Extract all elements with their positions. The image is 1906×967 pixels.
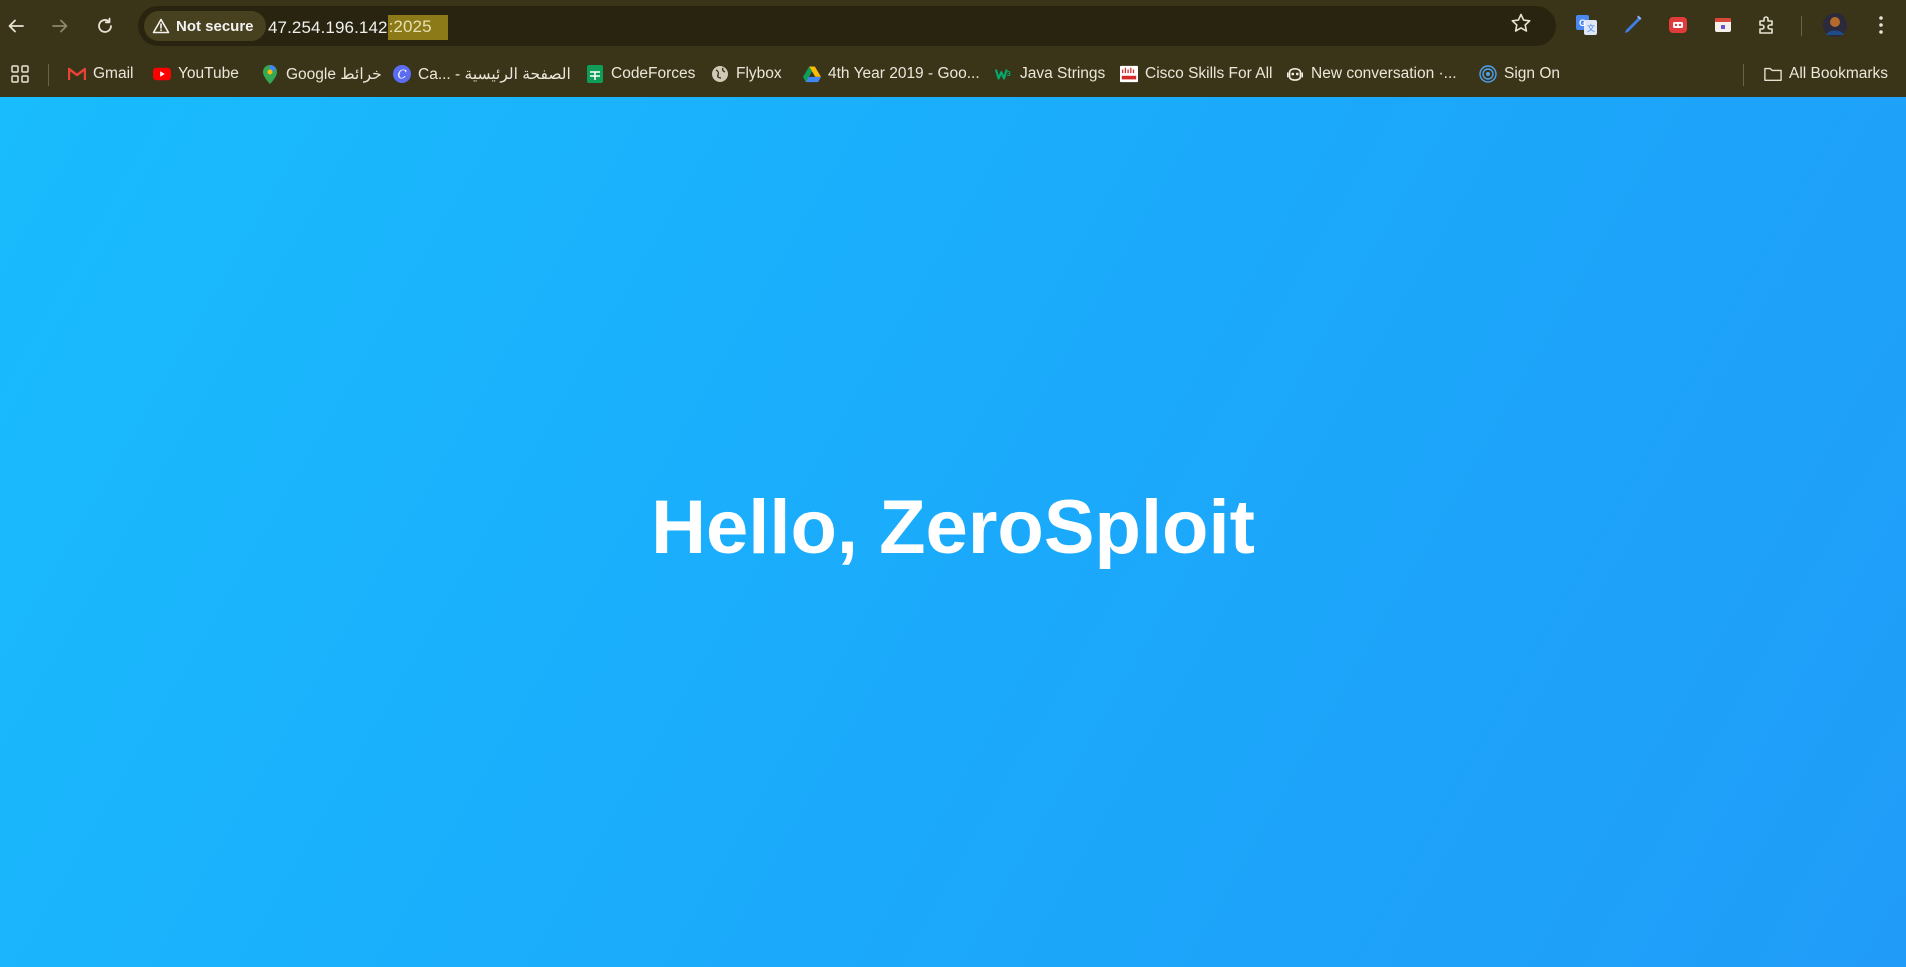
kebab-menu-icon [1879, 16, 1883, 34]
avatar [1823, 13, 1847, 37]
address-bar[interactable]: Not secure 47.254.196.142:2025 [138, 6, 1556, 46]
bookmark-label: Cisco Skills For All [1145, 65, 1273, 82]
bookmark-sign-on[interactable]: Sign On [1479, 62, 1560, 86]
toolbar-divider [1801, 16, 1802, 36]
svg-text:3: 3 [1007, 69, 1011, 78]
bookmark-label: YouTube [178, 65, 239, 82]
red-badge-icon [1669, 17, 1687, 33]
forward-button[interactable] [44, 10, 76, 42]
bookmark-label: Flybox [736, 65, 782, 82]
apps-button[interactable] [10, 62, 30, 86]
bookmark-gmail[interactable]: Gmail [68, 62, 133, 86]
forward-arrow-icon [52, 19, 68, 33]
cisco-icon [1120, 65, 1138, 83]
folder-icon [1764, 65, 1782, 83]
google-maps-icon [261, 64, 279, 84]
bookmark-cisco-skills[interactable]: Cisco Skills For All [1120, 62, 1272, 86]
bookmark-google-drive[interactable]: 4th Year 2019 - Goo... [803, 62, 980, 86]
w3schools-icon: 3 [995, 65, 1013, 83]
bookmarks-bar: Gmail YouTube Google خرائط C Ca... - الص… [0, 51, 1906, 97]
gmail-icon [68, 65, 86, 83]
back-button[interactable] [0, 10, 32, 42]
back-arrow-icon [8, 19, 24, 33]
bookmark-label: Gmail [93, 65, 134, 82]
security-label: Not secure [176, 17, 254, 35]
reload-button[interactable] [89, 10, 121, 42]
reload-icon [98, 17, 112, 33]
bookmark-star-button[interactable] [1510, 12, 1532, 39]
bookmark-label: Ca... - الصفحة الرئيسية [418, 65, 571, 83]
bookmark-label: Java Strings [1020, 65, 1106, 82]
bookmark-label: CodeForces [611, 65, 696, 82]
google-translate-icon: G 文 [1576, 15, 1597, 35]
globe-icon [711, 65, 729, 83]
google-sheets-icon [586, 65, 604, 83]
pen-extension[interactable] [1620, 12, 1646, 38]
browser-toolbar: Not secure 47.254.196.142:2025 G 文 [0, 0, 1906, 51]
profile-avatar-button[interactable] [1822, 12, 1848, 38]
browser-menu-button[interactable] [1868, 12, 1894, 38]
page-heading: Hello, ZeroSploit [651, 485, 1255, 570]
bookmark-label: New conversation ·... [1311, 65, 1457, 82]
bookmark-label: Sign On [1504, 65, 1561, 82]
bookmarks-divider [48, 64, 49, 86]
all-bookmarks-button[interactable]: All Bookmarks [1764, 62, 1888, 86]
apps-grid-icon [11, 65, 29, 83]
bookmark-codeforces[interactable]: CodeForces [586, 62, 695, 86]
svg-text:G: G [1579, 18, 1586, 28]
pen-icon [1625, 15, 1642, 33]
google-drive-icon [803, 65, 821, 83]
calendar-icon [1715, 18, 1731, 32]
bookmark-canva[interactable]: C Ca... - الصفحة الرئيسية [393, 62, 571, 86]
warning-icon [152, 18, 170, 34]
page-content: Hello, ZeroSploit [0, 97, 1906, 967]
puzzle-piece-icon [1759, 16, 1773, 34]
star-icon [1511, 13, 1531, 32]
extensions-button[interactable] [1754, 12, 1780, 38]
bookmark-flybox[interactable]: Flybox [711, 62, 782, 86]
canva-icon: C [393, 65, 411, 83]
url-host: 47.254.196.142 [268, 17, 388, 37]
bookmarks-divider [1743, 64, 1744, 86]
google-translate-extension[interactable]: G 文 [1574, 12, 1600, 38]
bookmark-label: 4th Year 2019 - Goo... [828, 65, 980, 82]
bookmark-google-maps[interactable]: Google خرائط [261, 62, 382, 86]
all-bookmarks-label: All Bookmarks [1789, 65, 1889, 82]
calendar-extension[interactable] [1710, 12, 1736, 38]
red-extension[interactable] [1665, 12, 1691, 38]
copilot-icon [1286, 65, 1304, 83]
bookmark-java-strings[interactable]: 3 Java Strings [995, 62, 1105, 86]
svg-text:C: C [398, 68, 407, 82]
url-text[interactable]: 47.254.196.142:2025 [268, 15, 448, 40]
bookmark-youtube[interactable]: YouTube [153, 62, 239, 86]
youtube-icon [153, 65, 171, 83]
url-port-selected: :2025 [387, 15, 448, 40]
site-security-chip[interactable]: Not secure [144, 11, 266, 41]
bookmark-new-conversation[interactable]: New conversation ·... [1286, 62, 1457, 86]
svg-text:文: 文 [1587, 23, 1595, 33]
fingerprint-icon [1479, 65, 1497, 83]
bookmark-label: Google خرائط [286, 65, 382, 83]
